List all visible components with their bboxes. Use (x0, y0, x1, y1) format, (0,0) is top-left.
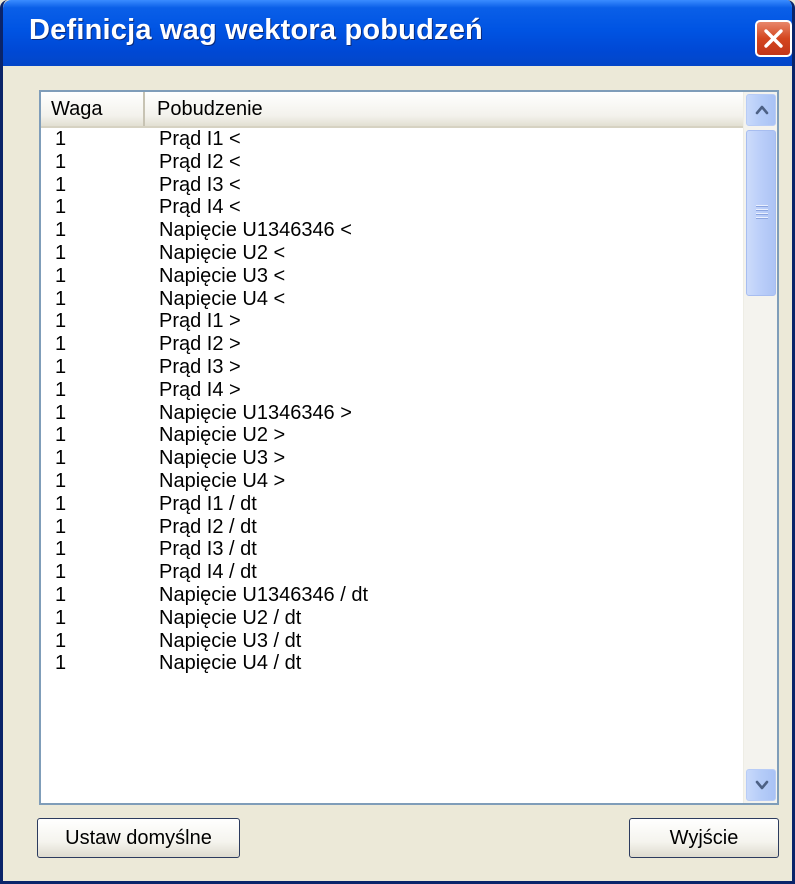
table-row[interactable]: 1 Prąd I3 < (41, 174, 743, 197)
table-row[interactable]: 1 Prąd I1 < (41, 128, 743, 151)
scroll-thumb[interactable] (746, 130, 776, 296)
weight-cell: 1 (55, 378, 67, 401)
table-row[interactable]: 1 Prąd I4 / dt (41, 561, 743, 584)
table-row[interactable]: 1 Prąd I2 < (41, 151, 743, 174)
weight-cell: 1 (55, 310, 67, 333)
set-defaults-button[interactable]: Ustaw domyślne (37, 818, 240, 858)
close-icon (764, 29, 783, 48)
weight-cell: 1 (55, 241, 67, 264)
weight-cell: 1 (55, 196, 67, 219)
chevron-up-icon (755, 105, 769, 115)
window-title: Definicja wag wektora pobudzeń (29, 14, 483, 46)
table-row[interactable]: 1 Napięcie U2 < (41, 242, 743, 265)
excitation-cell: Prąd I2 > (159, 333, 241, 356)
chevron-down-icon (755, 780, 769, 790)
column-header-pobudzenie[interactable]: Pobudzenie (145, 92, 743, 126)
excitation-cell: Napięcie U2 / dt (159, 606, 302, 629)
weight-cell: 1 (55, 264, 67, 287)
excitation-cell: Napięcie U3 > (159, 447, 286, 470)
excitation-cell: Napięcie U3 / dt (159, 629, 302, 652)
excitation-cell: Napięcie U1346346 > (159, 401, 352, 424)
weight-cell: 1 (55, 469, 67, 492)
table-row[interactable]: 1 Prąd I2 / dt (41, 516, 743, 539)
list-header: Waga Pobudzenie (41, 92, 743, 128)
thumb-grip-line (756, 205, 768, 207)
table-row[interactable]: 1 Napięcie U2 > (41, 424, 743, 447)
thumb-grip-line (756, 213, 768, 215)
dialog-window: Definicja wag wektora pobudzeń Waga Pobu… (0, 0, 795, 884)
weight-cell: 1 (55, 355, 67, 378)
weight-cell: 1 (55, 583, 67, 606)
table-row[interactable]: 1 Napięcie U4 / dt (41, 652, 743, 675)
excitation-cell: Napięcie U4 / dt (159, 652, 302, 675)
table-row[interactable]: 1 Napięcie U4 < (41, 288, 743, 311)
table-row[interactable]: 1 Napięcie U1346346 < (41, 219, 743, 242)
excitation-cell: Prąd I4 > (159, 378, 241, 401)
weights-list[interactable]: Waga Pobudzenie 1 Prąd I1 < 1 Prąd I2 < 1 Prą… (39, 90, 779, 805)
column-header-waga[interactable]: Waga (41, 92, 145, 126)
weight-cell: 1 (55, 219, 67, 242)
excitation-cell: Prąd I2 < (159, 150, 241, 173)
thumb-grip-line (756, 217, 768, 219)
table-row[interactable]: 1 Prąd I4 < (41, 196, 743, 219)
excitation-cell: Prąd I1 / dt (159, 492, 257, 515)
table-row[interactable]: 1 Prąd I4 > (41, 379, 743, 402)
close-button[interactable] (755, 20, 792, 57)
excitation-cell: Prąd I1 < (159, 128, 241, 150)
table-row[interactable]: 1 Napięcie U4 > (41, 470, 743, 493)
excitation-cell: Prąd I3 < (159, 173, 241, 196)
excitation-cell: Prąd I1 > (159, 310, 241, 333)
excitation-cell: Napięcie U1346346 < (159, 219, 352, 242)
title-bar[interactable]: Definicja wag wektora pobudzeń (3, 0, 792, 66)
table-row[interactable]: 1 Prąd I3 > (41, 356, 743, 379)
table-row[interactable]: 1 Prąd I1 > (41, 310, 743, 333)
weight-cell: 1 (55, 447, 67, 470)
list-rows: 1 Prąd I1 < 1 Prąd I2 < 1 Prąd I3 < 1 Prąd I4 <… (41, 128, 743, 675)
excitation-cell: Napięcie U1346346 / dt (159, 583, 369, 606)
table-row[interactable]: 1 Prąd I2 > (41, 333, 743, 356)
excitation-cell: Napięcie U2 < (159, 241, 286, 264)
table-row[interactable]: 1 Napięcie U2 / dt (41, 607, 743, 630)
excitation-cell: Prąd I3 > (159, 355, 241, 378)
scroll-up-button[interactable] (746, 94, 776, 126)
excitation-cell: Prąd I4 / dt (159, 561, 257, 584)
weight-cell: 1 (55, 538, 67, 561)
table-row[interactable]: 1 Prąd I3 / dt (41, 538, 743, 561)
table-row[interactable]: 1 Napięcie U3 < (41, 265, 743, 288)
excitation-cell: Napięcie U4 < (159, 287, 286, 310)
weight-cell: 1 (55, 606, 67, 629)
table-row[interactable]: 1 Prąd I1 / dt (41, 493, 743, 516)
excitation-cell: Prąd I4 < (159, 196, 241, 219)
scroll-down-button[interactable] (746, 769, 776, 801)
weight-cell: 1 (55, 652, 67, 675)
table-row[interactable]: 1 Napięcie U3 / dt (41, 630, 743, 653)
weight-cell: 1 (55, 561, 67, 584)
weight-cell: 1 (55, 492, 67, 515)
weight-cell: 1 (55, 287, 67, 310)
excitation-cell: Prąd I3 / dt (159, 538, 257, 561)
weight-cell: 1 (55, 401, 67, 424)
excitation-cell: Napięcie U4 > (159, 469, 286, 492)
vertical-scrollbar[interactable] (743, 92, 777, 803)
weight-cell: 1 (55, 424, 67, 447)
weight-cell: 1 (55, 128, 67, 150)
weight-cell: 1 (55, 515, 67, 538)
excitation-cell: Napięcie U3 < (159, 264, 286, 287)
weight-cell: 1 (55, 150, 67, 173)
table-row[interactable]: 1 Napięcie U1346346 / dt (41, 584, 743, 607)
weight-cell: 1 (55, 173, 67, 196)
weight-cell: 1 (55, 629, 67, 652)
excitation-cell: Prąd I2 / dt (159, 515, 257, 538)
weight-cell: 1 (55, 333, 67, 356)
table-row[interactable]: 1 Napięcie U3 > (41, 447, 743, 470)
table-row[interactable]: 1 Napięcie U1346346 > (41, 402, 743, 425)
thumb-grip-line (756, 209, 768, 211)
excitation-cell: Napięcie U2 > (159, 424, 286, 447)
exit-button[interactable]: Wyjście (629, 818, 779, 858)
